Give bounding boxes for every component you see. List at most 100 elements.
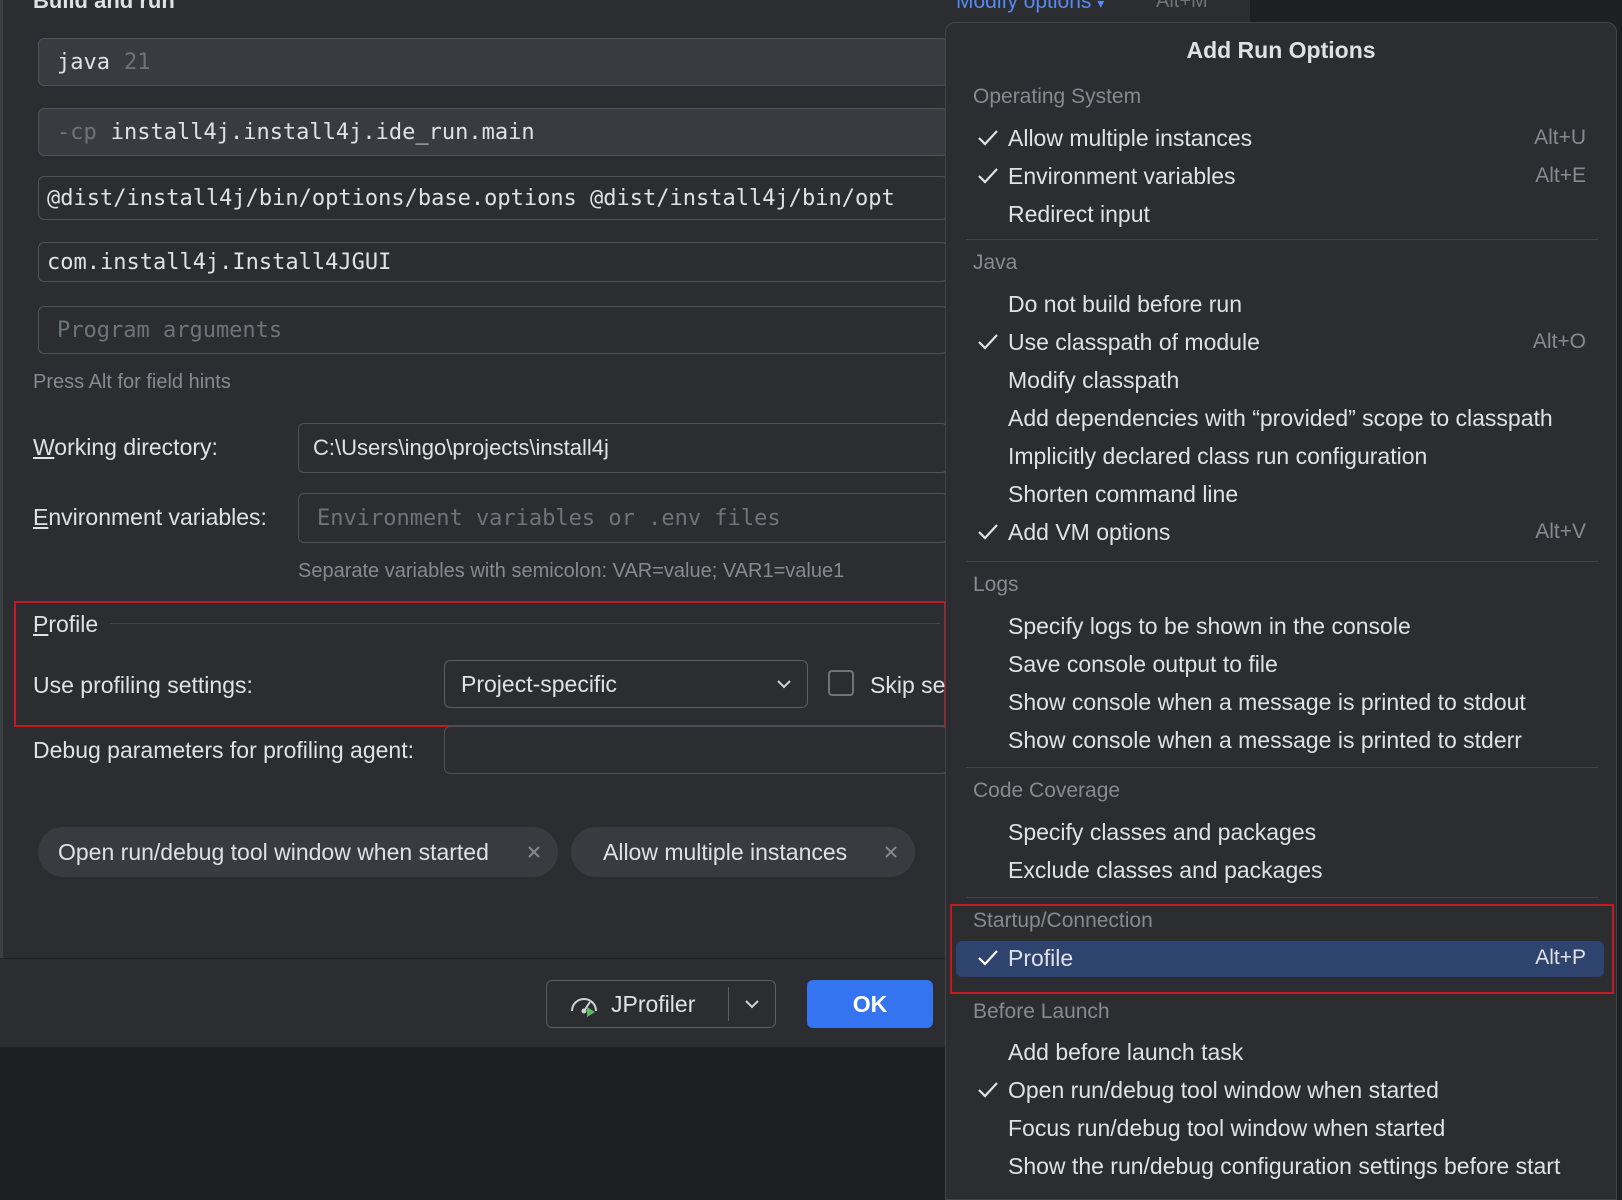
menu-item-use-classpath-of-module[interactable]: Use classpath of module Alt+O <box>956 325 1604 361</box>
menu-item-exclude-classes[interactable]: Exclude classes and packages <box>956 853 1604 889</box>
classpath-module-selector[interactable]: -cp install4j.install4j.ide_run.main <box>38 108 948 156</box>
check-icon <box>978 130 998 146</box>
environment-variables-mnemonic: E <box>33 504 49 530</box>
jprofiler-split-button[interactable]: JProfiler <box>546 980 776 1028</box>
working-directory-field[interactable]: C:\Users\ingo\projects\install4j <box>298 423 948 473</box>
profile-group-title: Profile <box>33 611 98 638</box>
working-directory-mnemonic: W <box>33 434 55 460</box>
chip-label: Allow multiple instances <box>603 838 848 865</box>
modify-options-shortcut: Alt+M <box>1156 0 1208 12</box>
check-icon <box>978 168 998 184</box>
working-directory-label: Working directory: <box>33 434 218 461</box>
menu-item-implicit-class-run[interactable]: Implicitly declared class run configurat… <box>956 439 1604 475</box>
jre-value: java <box>57 49 110 75</box>
menu-item-shortcut: Alt+V <box>1535 520 1586 543</box>
profiling-settings-dropdown[interactable]: Project-specific <box>444 660 808 708</box>
menu-divider <box>966 767 1598 768</box>
menu-item-label: Specify classes and packages <box>1008 819 1317 845</box>
working-directory-value: C:\Users\ingo\projects\install4j <box>313 435 609 460</box>
menu-item-label: Add VM options <box>1008 519 1171 545</box>
menu-divider <box>966 897 1598 898</box>
jre-selector[interactable]: java 21 <box>38 38 948 86</box>
chevron-down-icon <box>777 680 791 689</box>
menu-item-label: Allow multiple instances <box>1008 125 1253 151</box>
menu-item-shortcut: Alt+U <box>1534 126 1586 149</box>
environment-variables-field[interactable]: Environment variables or .env files <box>298 493 948 543</box>
menu-item-label: Add dependencies with “provided” scope t… <box>1008 405 1553 431</box>
category-before-launch: Before Launch <box>973 1000 1110 1023</box>
main-class-field[interactable]: com.install4j.Install4JGUI <box>38 242 948 282</box>
chip-label: Open run/debug tool window when started <box>58 838 489 865</box>
debug-parameters-field[interactable] <box>444 726 948 774</box>
menu-item-modify-classpath[interactable]: Modify classpath <box>956 363 1604 399</box>
program-arguments-placeholder: Program arguments <box>57 317 283 343</box>
menu-item-focus-run-debug-window[interactable]: Focus run/debug tool window when started <box>956 1111 1604 1147</box>
split-button-divider <box>728 987 729 1021</box>
menu-divider <box>966 239 1598 240</box>
main-class-value: com.install4j.Install4JGUI <box>47 249 392 275</box>
menu-item-label: Open run/debug tool window when started <box>1008 1077 1439 1103</box>
menu-item-label: Exclude classes and packages <box>1008 857 1323 883</box>
menu-item-label: Save console output to file <box>1008 651 1278 677</box>
use-profiling-settings-label: Use profiling settings: <box>33 672 253 698</box>
menu-item-open-run-debug-window[interactable]: Open run/debug tool window when started <box>956 1073 1604 1109</box>
menu-item-shortcut: Alt+E <box>1535 164 1586 187</box>
debug-parameters-label: Debug parameters for profiling agent: <box>33 737 414 763</box>
category-logs: Logs <box>973 573 1019 596</box>
menu-item-label: Show console when a message is printed t… <box>1008 727 1522 753</box>
environment-variables-placeholder: Environment variables or .env files <box>317 505 781 531</box>
menu-item-allow-multiple-instances[interactable]: Allow multiple instances Alt+U <box>956 121 1604 157</box>
working-directory-label-text: orking directory: <box>54 434 218 460</box>
modify-options-link[interactable]: Modify options ▾ <box>956 0 1104 14</box>
menu-item-show-console-stdout[interactable]: Show console when a message is printed t… <box>956 685 1604 721</box>
menu-item-label: Redirect input <box>1008 201 1150 227</box>
menu-item-label: Environment variables <box>1008 163 1236 189</box>
jre-version: 21 <box>123 49 151 75</box>
menu-item-show-settings-before-start[interactable]: Show the run/debug configuration setting… <box>956 1149 1604 1185</box>
program-arguments-field[interactable]: Program arguments <box>38 306 948 354</box>
vm-options-field[interactable]: @dist/install4j/bin/options/base.options… <box>38 176 948 220</box>
check-icon <box>978 1082 998 1098</box>
menu-item-shortcut: Alt+O <box>1532 330 1586 353</box>
menu-item-label: Show console when a message is printed t… <box>1008 689 1526 715</box>
menu-item-specify-classes[interactable]: Specify classes and packages <box>956 815 1604 851</box>
close-icon[interactable] <box>524 842 544 862</box>
category-code-coverage: Code Coverage <box>973 779 1121 802</box>
startup-connection-highlight <box>950 904 1614 994</box>
category-java: Java <box>973 251 1018 274</box>
add-run-options-popup: Add Run Options Operating System Allow m… <box>945 22 1617 1200</box>
chip-open-run-debug-window: Open run/debug tool window when started <box>38 827 558 877</box>
menu-item-label: Implicitly declared class run configurat… <box>1008 443 1428 469</box>
jprofiler-icon <box>571 998 597 1017</box>
menu-item-specify-logs[interactable]: Specify logs to be shown in the console <box>956 609 1604 645</box>
profile-group-separator <box>110 623 940 624</box>
profile-group-title-text: rofile <box>48 611 99 637</box>
menu-item-add-vm-options[interactable]: Add VM options Alt+V <box>956 515 1604 551</box>
check-icon <box>978 334 998 350</box>
menu-item-show-console-stderr[interactable]: Show console when a message is printed t… <box>956 723 1604 759</box>
menu-item-add-provided-dependencies[interactable]: Add dependencies with “provided” scope t… <box>956 401 1604 437</box>
menu-item-label: Add before launch task <box>1008 1039 1244 1065</box>
chevron-down-icon[interactable] <box>743 995 761 1013</box>
menu-item-save-console-output[interactable]: Save console output to file <box>956 647 1604 683</box>
menu-item-environment-variables[interactable]: Environment variables Alt+E <box>956 159 1604 195</box>
menu-item-label: Focus run/debug tool window when started <box>1008 1115 1446 1141</box>
classpath-module-value: install4j.install4j.ide_run.main <box>110 119 535 145</box>
menu-item-add-before-launch-task[interactable]: Add before launch task <box>956 1035 1604 1071</box>
menu-item-label: Shorten command line <box>1008 481 1239 507</box>
chevron-down-icon: ▾ <box>1097 0 1105 11</box>
menu-item-redirect-input[interactable]: Redirect input <box>956 197 1604 233</box>
classpath-prefix: -cp <box>57 119 97 145</box>
skip-settings-checkbox[interactable] <box>828 670 854 696</box>
chip-allow-multiple-instances: Allow multiple instances <box>571 827 915 877</box>
menu-item-do-not-build[interactable]: Do not build before run <box>956 287 1604 323</box>
skip-settings-label: Skip se <box>870 672 946 698</box>
menu-item-label: Show the run/debug configuration setting… <box>1008 1153 1561 1179</box>
check-icon <box>978 524 998 540</box>
ok-button[interactable]: OK <box>807 980 933 1028</box>
menu-item-shorten-command-line[interactable]: Shorten command line <box>956 477 1604 513</box>
close-icon[interactable] <box>881 842 901 862</box>
popup-title: Add Run Options <box>1186 37 1376 63</box>
profiling-settings-value: Project-specific <box>461 670 617 697</box>
menu-item-label: Specify logs to be shown in the console <box>1008 613 1411 639</box>
